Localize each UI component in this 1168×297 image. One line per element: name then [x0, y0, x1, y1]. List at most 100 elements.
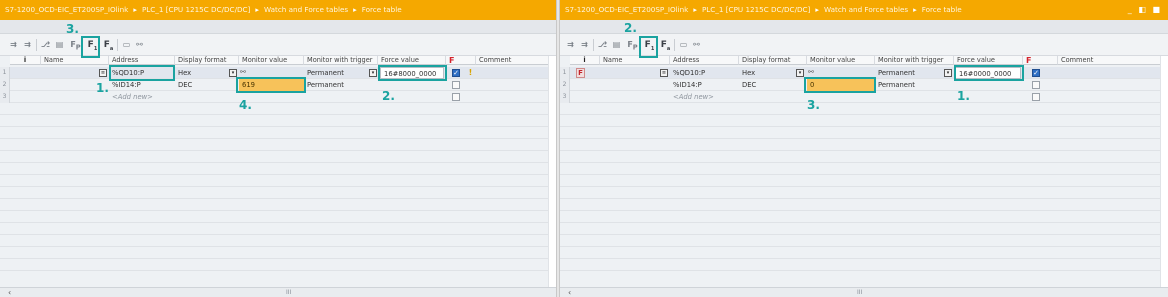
empty-row	[560, 259, 1168, 271]
toolbar-divider	[117, 39, 118, 51]
col-force-value[interactable]: Force value	[378, 56, 446, 65]
col-monitor-trigger[interactable]: Monitor with trigger	[875, 56, 954, 65]
right-subbar	[560, 20, 1168, 34]
force-icon-gray[interactable]: FP	[70, 38, 81, 52]
step-marker-1: 1.	[957, 89, 970, 103]
row-number: 3	[0, 91, 10, 103]
empty-row	[560, 175, 1168, 187]
force-gray-sub: P	[632, 43, 638, 52]
right-horizontal-scrollbar[interactable]: ‹ III	[560, 287, 1168, 297]
highlight-monitor-value	[236, 77, 306, 93]
col-monitor-value[interactable]: Monitor value	[239, 56, 304, 65]
format-dropdown-icon[interactable]: ▾	[229, 69, 237, 77]
force-checkbox[interactable]: ✓	[1032, 69, 1040, 77]
col-display-format[interactable]: Display format	[175, 56, 239, 65]
col-monitor-value[interactable]: Monitor value	[807, 56, 875, 65]
address-dropdown-icon[interactable]: ≡	[99, 69, 107, 77]
breadcrumb-separator-icon: ▸	[353, 5, 357, 14]
step-marker-1: 1.	[96, 81, 109, 95]
format-cell[interactable]: Hex	[739, 67, 794, 79]
right-breadcrumb-project[interactable]: S7-1200_OCD-EIC_ET200SP_IOlink	[565, 5, 688, 14]
empty-row	[0, 259, 556, 271]
row-number: 3	[560, 91, 570, 103]
col-name[interactable]: Name	[600, 56, 670, 65]
force-checkbox[interactable]	[452, 93, 460, 101]
force-icon-gray[interactable]: FP	[627, 38, 638, 52]
trigger-cell[interactable]: Permanent	[875, 79, 954, 91]
empty-row	[560, 211, 1168, 223]
step-marker-2: 2.	[624, 21, 637, 35]
right-breadcrumb-watch-force[interactable]: Watch and Force tables	[824, 5, 908, 14]
col-force-value[interactable]: Force value	[954, 56, 1023, 65]
force-all-icon[interactable]: Fa	[660, 38, 671, 52]
trigger-cell[interactable]: Permanent	[875, 67, 943, 79]
force-all-sub: a	[109, 45, 114, 52]
step-marker-3: 3.	[807, 98, 820, 112]
add-new-cell[interactable]: <Add new>	[109, 91, 175, 103]
monitor-all-icon[interactable]: ▭	[678, 38, 689, 52]
format-cell[interactable]: DEC	[739, 79, 807, 91]
scroll-thumb[interactable]: III	[857, 289, 862, 296]
empty-row	[560, 115, 1168, 127]
col-address[interactable]: Address	[670, 56, 739, 65]
left-breadcrumb-watch-force[interactable]: Watch and Force tables	[264, 5, 348, 14]
empty-row	[0, 175, 556, 187]
breadcrumb-separator-icon: ▸	[913, 5, 917, 14]
force-gray-sub: P	[75, 43, 81, 52]
monitor-icon[interactable]: ⎇	[40, 38, 51, 52]
col-comment[interactable]: Comment	[476, 56, 556, 65]
scroll-left-icon[interactable]: ‹	[8, 288, 11, 297]
monitor-once-icon[interactable]: ⚯	[134, 38, 145, 52]
address-cell[interactable]: %QD10:P	[670, 67, 739, 79]
insert-row-icon[interactable]: ⇉	[565, 38, 576, 52]
scroll-thumb[interactable]: III	[286, 289, 291, 296]
right-title-bar: S7-1200_OCD-EIC_ET200SP_IOlink ▸ PLC_1 [CP…	[560, 0, 1168, 20]
window-controls-icon[interactable]: _ ◧ ■	[1128, 0, 1162, 20]
left-breadcrumb-force-table[interactable]: Force table	[362, 5, 402, 14]
address-cell[interactable]: %ID14:P	[670, 79, 739, 91]
row-number: 2	[560, 79, 570, 91]
right-breadcrumb-force-table[interactable]: Force table	[922, 5, 962, 14]
col-comment[interactable]: Comment	[1058, 56, 1168, 65]
trigger-dropdown-icon[interactable]: ▾	[944, 69, 952, 77]
left-breadcrumb-project[interactable]: S7-1200_OCD-EIC_ET200SP_IOlink	[5, 5, 128, 14]
trigger-cell[interactable]: Permanent	[304, 79, 378, 91]
address-dropdown-icon[interactable]: ≡	[660, 69, 668, 77]
format-dropdown-icon[interactable]: ▾	[796, 69, 804, 77]
format-cell[interactable]: DEC	[175, 79, 239, 91]
step-marker-4: 4.	[239, 98, 252, 112]
trigger-dropdown-icon[interactable]: ▾	[369, 69, 377, 77]
highlight-force-button	[639, 36, 658, 58]
display-icon[interactable]: ▤	[611, 38, 622, 52]
right-breadcrumb-plc[interactable]: PLC_1 [CPU 1215C DC/DC/DC]	[702, 5, 810, 14]
format-cell[interactable]: Hex	[175, 67, 227, 79]
row-number: 1	[0, 67, 10, 79]
empty-row	[0, 127, 556, 139]
left-horizontal-scrollbar[interactable]: ‹ III	[0, 287, 556, 297]
add-new-cell[interactable]: <Add new>	[670, 91, 739, 103]
left-subbar	[0, 20, 556, 34]
col-display-format[interactable]: Display format	[739, 56, 807, 65]
col-monitor-trigger[interactable]: Monitor with trigger	[304, 56, 378, 65]
empty-row	[0, 199, 556, 211]
insert-row-icon[interactable]: ⇉	[8, 38, 19, 52]
left-vertical-strip	[548, 56, 556, 287]
monitor-all-icon[interactable]: ▭	[121, 38, 132, 52]
monitor-once-icon[interactable]: ⚯	[691, 38, 702, 52]
trigger-cell[interactable]: Permanent	[304, 67, 368, 79]
monitor-icon[interactable]: ⎇	[597, 38, 608, 52]
col-address[interactable]: Address	[109, 56, 175, 65]
force-checkbox[interactable]	[1032, 81, 1040, 89]
add-row-icon[interactable]: ⇉	[579, 38, 590, 52]
left-breadcrumb-plc[interactable]: PLC_1 [CPU 1215C DC/DC/DC]	[142, 5, 250, 14]
forced-row-flag-icon: F	[576, 68, 585, 78]
scroll-left-icon[interactable]: ‹	[568, 288, 571, 297]
display-icon[interactable]: ▤	[54, 38, 65, 52]
force-all-icon[interactable]: Fa	[103, 38, 114, 52]
force-checkbox[interactable]	[1032, 93, 1040, 101]
toolbar-divider	[674, 39, 675, 51]
force-checkbox[interactable]	[452, 81, 460, 89]
add-row-icon[interactable]: ⇉	[22, 38, 33, 52]
force-checkbox[interactable]: ✓	[452, 69, 460, 77]
highlight-monitor-value	[804, 77, 876, 93]
